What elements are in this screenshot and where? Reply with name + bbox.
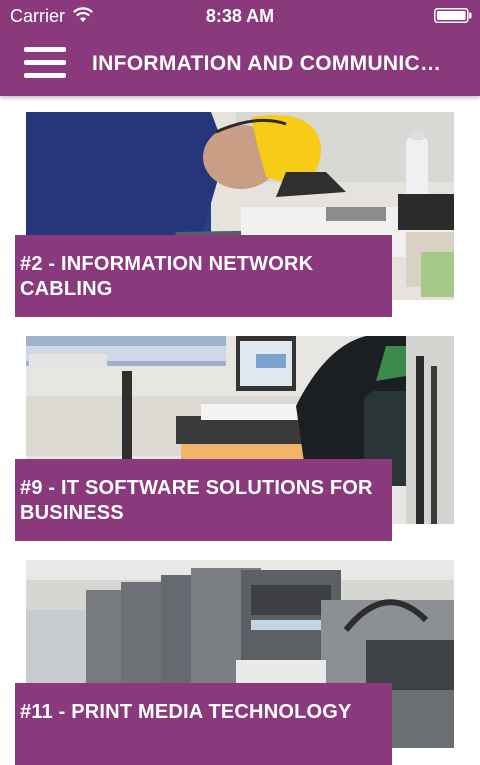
navigation-bar: INFORMATION AND COMMUNIC… [0,32,480,96]
card-label: #9 - IT SOFTWARE SOLUTIONS FOR BUSINESS [15,459,392,541]
category-card-it-software[interactable]: #9 - IT SOFTWARE SOLUTIONS FOR BUSINESS [15,336,454,541]
status-bar: Carrier 8:38 AM [0,0,480,32]
hamburger-menu-icon[interactable] [22,44,68,82]
status-time: 8:38 AM [205,6,275,26]
category-card-network-cabling[interactable]: #2 - INFORMATION NETWORK CABLING [15,112,454,317]
page-title: INFORMATION AND COMMUNIC… [92,52,442,75]
card-label: #11 - PRINT MEDIA TECHNOLOGY [15,683,392,765]
card-label: #2 - INFORMATION NETWORK CABLING [15,235,392,317]
battery-icon [434,8,472,23]
